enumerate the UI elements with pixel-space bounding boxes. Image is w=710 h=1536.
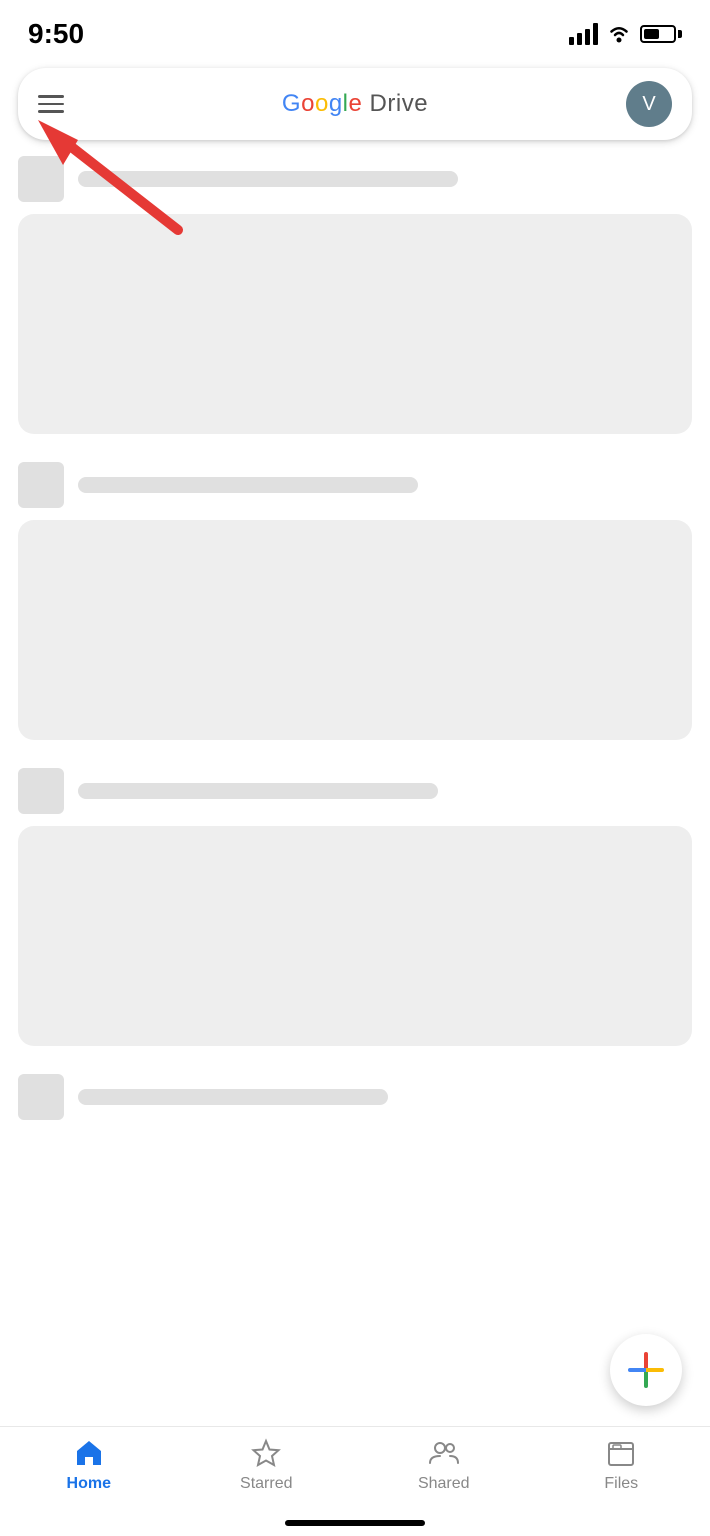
status-time: 9:50 — [28, 18, 84, 50]
skeleton-thumbnail — [18, 1074, 64, 1120]
skeleton-thumbnail — [18, 156, 64, 202]
skeleton-line — [78, 477, 418, 493]
skeleton-thumbnail — [18, 768, 64, 814]
skeleton-line — [78, 783, 438, 799]
home-icon — [73, 1437, 105, 1469]
nav-shared-label: Shared — [418, 1475, 470, 1493]
skeleton-line — [78, 171, 458, 187]
status-bar: 9:50 — [0, 0, 710, 60]
skeleton-item — [18, 768, 692, 1046]
nav-starred-label: Starred — [240, 1475, 292, 1493]
nav-home-label: Home — [67, 1475, 111, 1493]
skeleton-item — [18, 462, 692, 740]
starred-icon — [250, 1437, 282, 1469]
search-bar[interactable]: Google Drive V — [18, 68, 692, 140]
skeleton-card — [18, 826, 692, 1046]
wifi-icon — [606, 24, 632, 44]
nav-item-starred[interactable]: Starred — [178, 1437, 356, 1493]
files-icon — [605, 1437, 637, 1469]
skeleton-card — [18, 214, 692, 434]
skeleton-thumbnail — [18, 462, 64, 508]
content-area — [0, 156, 710, 1120]
nav-item-shared[interactable]: Shared — [355, 1437, 533, 1493]
plus-icon — [628, 1352, 664, 1388]
nav-files-label: Files — [604, 1475, 638, 1493]
fab-new-button[interactable] — [610, 1334, 682, 1406]
shared-icon — [428, 1437, 460, 1469]
status-icons — [569, 23, 682, 45]
skeleton-item — [18, 1074, 692, 1120]
battery-icon — [640, 25, 682, 43]
app-title: Google Drive — [84, 90, 626, 118]
skeleton-line — [78, 1089, 388, 1105]
avatar[interactable]: V — [626, 81, 672, 127]
signal-bars-icon — [569, 23, 598, 45]
nav-item-home[interactable]: Home — [0, 1437, 178, 1493]
skeleton-card — [18, 520, 692, 740]
menu-icon[interactable] — [38, 95, 64, 113]
home-indicator — [285, 1520, 425, 1526]
skeleton-item — [18, 156, 692, 434]
nav-item-files[interactable]: Files — [533, 1437, 710, 1493]
